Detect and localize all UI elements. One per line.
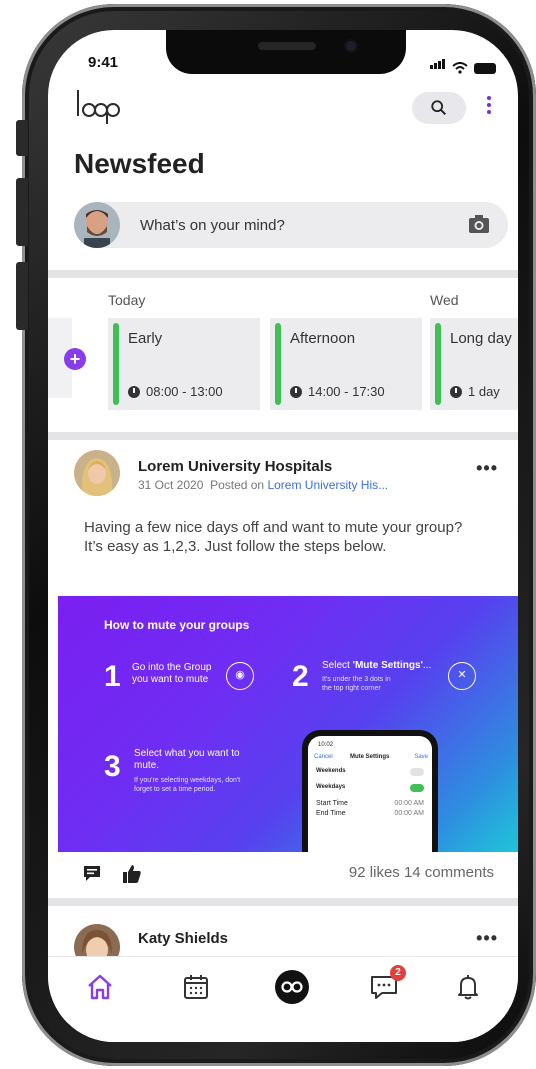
more-vertical-icon[interactable] <box>486 96 492 120</box>
step-text: Select 'Mute Settings'... <box>322 660 432 671</box>
post-author[interactable]: Lorem University Hospitals <box>138 458 332 475</box>
post-stats[interactable]: 92 likes 14 comments <box>349 864 494 881</box>
mute-icon: ✕ <box>448 662 476 690</box>
more-horizontal-icon[interactable]: ••• <box>476 458 498 479</box>
chat-nav-item[interactable]: 2 <box>368 965 406 1003</box>
post-author[interactable]: Katy Shields <box>138 930 228 947</box>
shift-time: 14:00 - 17:30 <box>308 384 385 399</box>
post-actions: 92 likes 14 comments <box>48 860 518 892</box>
more-horizontal-icon[interactable]: ••• <box>476 928 498 949</box>
mini-heading: Mute Settings <box>350 754 390 760</box>
battery-icon <box>474 63 496 74</box>
post-header: Lorem University Hospitals 31 Oct 2020 P… <box>48 444 518 506</box>
mini-row-weekends: Weekends <box>316 768 424 776</box>
shift-card[interactable]: Early 08:00 - 13:00 <box>108 318 260 410</box>
step-subtext: It's under the 3 dots in the top right c… <box>322 676 391 692</box>
mini-phone-screen: 10:02 Cancel Mute Settings Save Weekends… <box>308 736 432 852</box>
shift-color-bar <box>113 323 119 405</box>
comment-icon[interactable] <box>82 864 102 884</box>
search-icon <box>431 100 447 116</box>
clock-icon <box>290 385 302 398</box>
volume-up-button <box>16 178 28 246</box>
post-date: 31 Oct 2020 <box>138 478 204 492</box>
page-title: Newsfeed <box>74 148 205 179</box>
clock-icon <box>128 385 140 398</box>
shift-duration: 1 day <box>450 384 500 399</box>
post-meta: 31 Oct 2020 Posted on Lorem University H… <box>138 478 388 492</box>
step-subtext: If you're selecting weekdays, don't forg… <box>134 777 241 793</box>
status-time: 9:41 <box>88 54 119 71</box>
mini-row-weekdays: Weekdays <box>316 784 424 792</box>
step-number: 3 <box>104 750 121 783</box>
volume-down-button <box>16 262 28 330</box>
notification-badge: 2 <box>390 965 406 981</box>
avatar <box>74 202 120 248</box>
loop-icon[interactable] <box>274 969 310 1005</box>
divider <box>48 270 518 278</box>
status-bar: 9:41 <box>48 46 518 76</box>
composer[interactable]: What’s on your mind? <box>74 202 508 248</box>
shift-time: 08:00 - 13:00 <box>146 384 223 399</box>
comments-count[interactable]: 14 comments <box>404 864 494 881</box>
shift-color-bar <box>275 323 281 405</box>
shift-time: 1 day <box>468 384 500 399</box>
step-text: Select what you want to mute. <box>134 748 240 771</box>
step-number: 1 <box>104 660 121 693</box>
divider <box>48 432 518 440</box>
posted-on-link[interactable]: Lorem University His... <box>267 478 388 492</box>
screen: 9:41 loop Newsfeed <box>48 30 518 1042</box>
divider <box>48 898 518 906</box>
calendar-icon[interactable] <box>180 971 212 1003</box>
shift-name: Afternoon <box>290 330 356 347</box>
mini-row-end: End Time 00:00 AM <box>316 810 424 817</box>
shift-name: Long day <box>450 330 512 347</box>
shift-card[interactable]: Afternoon 14:00 - 17:30 <box>270 318 422 410</box>
camera-icon[interactable] <box>468 214 490 234</box>
step-text: Go into the Group you want to mute <box>132 662 212 685</box>
wifi-icon <box>452 62 468 74</box>
status-icons <box>430 56 496 74</box>
clock-icon <box>450 385 462 398</box>
mini-row-start: Start Time 00:00 AM <box>316 800 424 807</box>
mute-switch <box>16 120 28 156</box>
like-icon[interactable] <box>122 864 142 884</box>
composer-placeholder[interactable]: What’s on your mind? <box>140 217 285 234</box>
likes-count[interactable]: 92 likes <box>349 864 400 881</box>
home-icon[interactable] <box>84 971 116 1003</box>
shift-name: Early <box>128 330 163 347</box>
post-body: Having a few nice days off and want to m… <box>84 519 463 555</box>
day-label-wed: Wed <box>430 292 459 308</box>
loop-logo <box>77 90 120 124</box>
avatar[interactable] <box>74 924 120 958</box>
mini-save: Save <box>414 754 428 760</box>
signal-icon <box>430 56 446 74</box>
add-icon[interactable]: + <box>64 348 86 370</box>
shift-color-bar <box>435 323 441 405</box>
search-button[interactable] <box>412 92 466 124</box>
posted-on-label: Posted on <box>210 478 265 492</box>
mini-cancel: Cancel <box>314 754 333 760</box>
mini-phone: 10:02 Cancel Mute Settings Save Weekends… <box>302 730 438 852</box>
shift-duration: 08:00 - 13:00 <box>128 384 223 399</box>
day-label-today: Today <box>108 292 146 308</box>
group-icon: ◉ <box>226 662 254 690</box>
post-image[interactable]: How to mute your groups 1 Go into the Gr… <box>58 596 518 852</box>
bottom-nav: 2 <box>48 956 518 1042</box>
post-header: Katy Shields ••• <box>48 908 518 958</box>
step-number: 2 <box>292 660 309 693</box>
image-title: How to mute your groups <box>104 618 250 632</box>
mini-time: 10:02 <box>318 742 334 748</box>
bell-icon[interactable] <box>452 971 484 1003</box>
shift-duration: 14:00 - 17:30 <box>290 384 385 399</box>
avatar[interactable] <box>74 450 120 496</box>
shift-card[interactable]: Long day 1 day <box>430 318 518 410</box>
